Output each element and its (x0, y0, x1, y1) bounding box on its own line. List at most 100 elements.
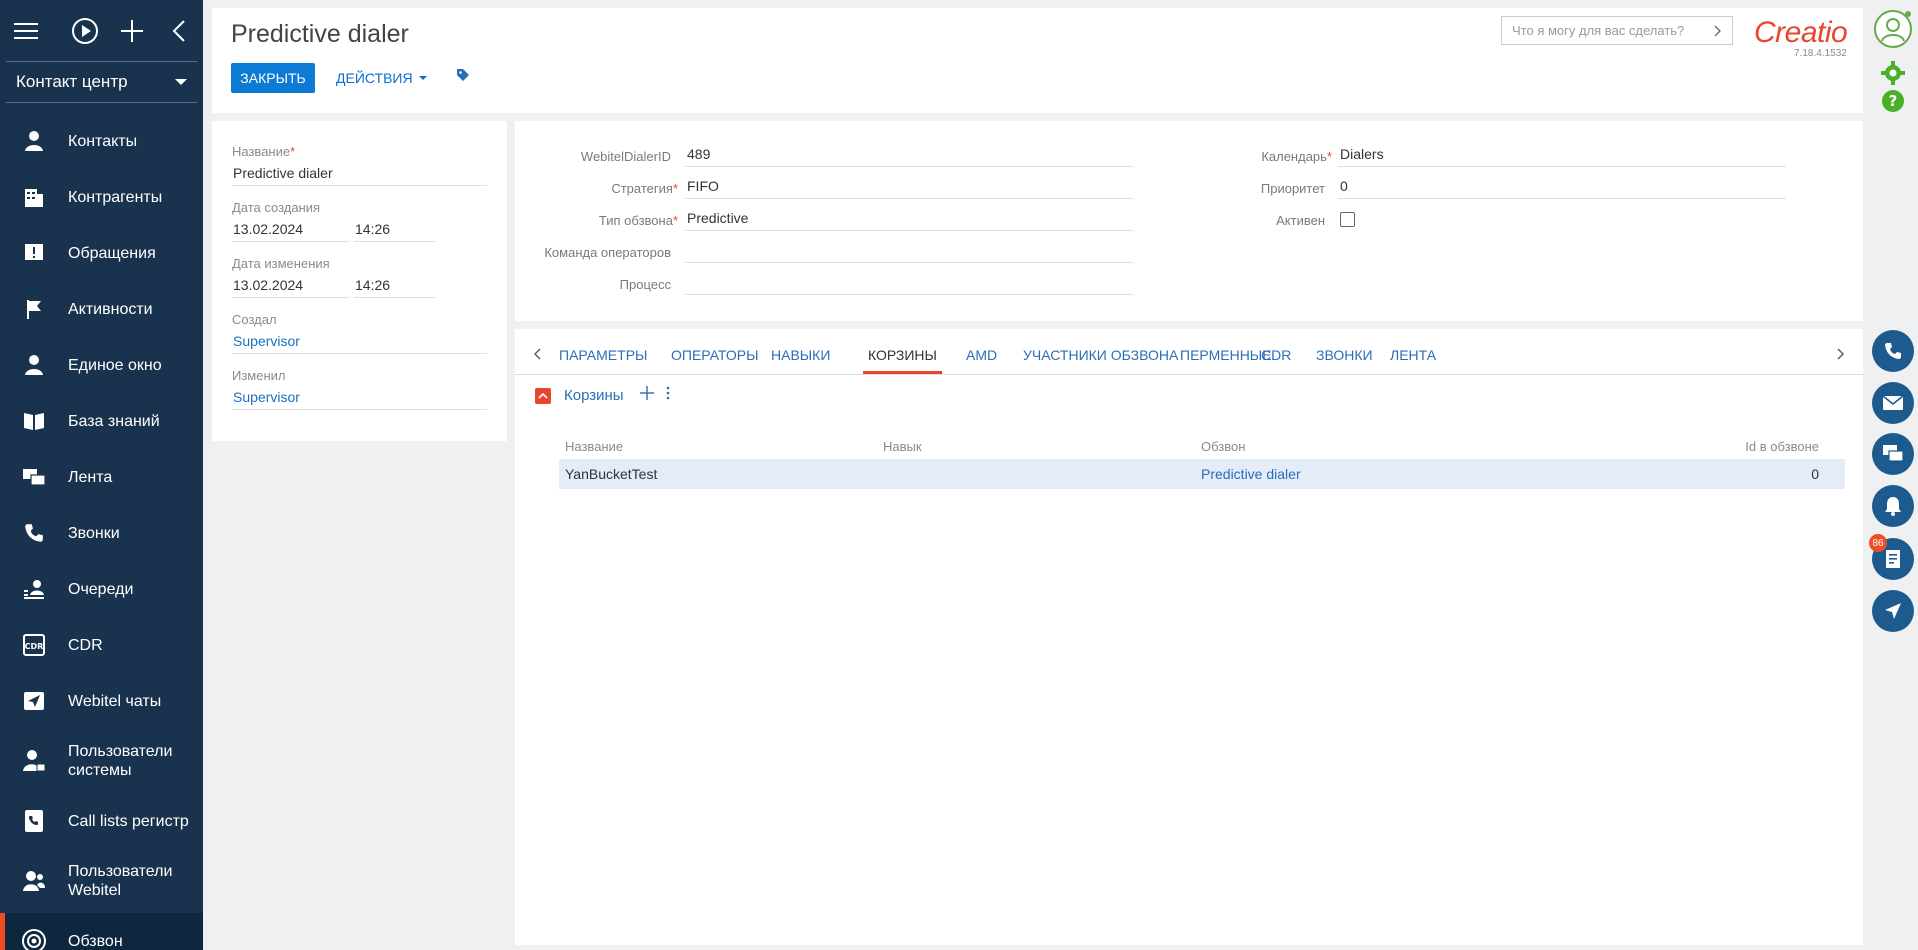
add-record-icon[interactable] (639, 386, 654, 405)
sidebar-item-12[interactable]: Call lists регистр (0, 793, 203, 849)
sidebar: Контакт центр Контакты Контрагенты Обращен… (0, 0, 203, 950)
sidebar-item-label: Обращения (68, 244, 156, 262)
sidebar-item-label: Контрагенты (68, 188, 163, 206)
team-field[interactable] (685, 239, 1133, 263)
phone-icon[interactable] (1872, 330, 1914, 372)
modified-time-field[interactable]: 14:26 (354, 274, 436, 298)
priority-label: Приоритет (1260, 181, 1325, 196)
dial-type-field[interactable]: Predictive (685, 207, 1133, 231)
sidebar-item-label: Контакты (68, 132, 138, 150)
tab-bar: ПАРАМЕТРЫ ОПЕРАТОРЫ НАВЫКИ КОРЗИНЫ AMD УЧАСТН… (515, 329, 1863, 375)
sidebar-menu: Контакты Контрагенты Обращения Активности Ед… (0, 113, 203, 950)
strategy-label: Стратегия* (611, 181, 678, 196)
created-by-link[interactable]: Supervisor (232, 330, 487, 354)
tab-8[interactable]: ЗВОНКИ (1316, 347, 1373, 363)
tag-icon[interactable] (456, 68, 470, 87)
main-fields-panel: WebitelDialerID 489 Стратегия* FIFO Тип … (515, 121, 1863, 321)
tab-0[interactable]: ПАРАМЕТРЫ (559, 347, 647, 363)
sidebar-item-11[interactable]: Пользователи системы (0, 729, 203, 793)
strategy-field[interactable]: FIFO (685, 175, 1133, 199)
priority-field[interactable]: 0 (1338, 175, 1786, 199)
more-options-icon[interactable] (666, 386, 670, 405)
created-time-field[interactable]: 14:26 (354, 218, 436, 242)
column-header-dialer-id[interactable]: Id в обзвоне (1745, 439, 1819, 454)
tab-5[interactable]: УЧАСТНИКИ ОБЗВОНА (1023, 347, 1178, 363)
user-desk-icon (20, 351, 48, 379)
workplace-selector[interactable]: Контакт центр (6, 61, 197, 103)
column-header-dialer[interactable]: Обзвон (1201, 439, 1245, 454)
process-field[interactable] (685, 271, 1133, 295)
cdr-icon: CDR (20, 631, 48, 659)
svg-text:CDR: CDR (25, 642, 44, 651)
chat-icon[interactable] (1872, 433, 1914, 475)
search-placeholder: Что я могу для вас сделать? (1512, 23, 1685, 38)
sidebar-item-7[interactable]: Звонки (0, 505, 203, 561)
command-search-input[interactable]: Что я могу для вас сделать? (1501, 16, 1733, 45)
sidebar-topbar (0, 0, 203, 61)
sidebar-item-13[interactable]: Пользователи Webitel (0, 849, 203, 913)
created-by-label: Создал (232, 312, 277, 327)
users-icon (20, 867, 48, 895)
page-title: Predictive dialer (231, 20, 409, 48)
created-date-label: Дата создания (232, 200, 321, 215)
person-icon (20, 127, 48, 155)
tab-3[interactable]: КОРЗИНЫ (868, 347, 937, 363)
tab-2[interactable]: НАВЫКИ (771, 347, 830, 363)
email-icon[interactable] (1872, 382, 1914, 424)
right-rail: ? 86 (1869, 0, 1918, 950)
close-button[interactable]: ЗАКРЫТЬ (231, 63, 315, 93)
record-info-panel: Название* Predictive dialer Дата создани… (212, 121, 507, 441)
sidebar-item-10[interactable]: Webitel чаты (0, 673, 203, 729)
name-field[interactable]: Predictive dialer (232, 162, 487, 186)
dialer-id-field[interactable]: 489 (685, 143, 1133, 167)
sidebar-item-label: Единое окно (68, 356, 162, 374)
calendar-field[interactable]: Dialers (1338, 143, 1786, 167)
sidebar-item-8[interactable]: Очереди (0, 561, 203, 617)
sidebar-item-14[interactable]: Обзвон (0, 913, 203, 950)
sidebar-item-2[interactable]: Обращения (0, 225, 203, 281)
menu-icon[interactable] (14, 0, 61, 61)
active-label: Активен (1276, 213, 1325, 228)
play-icon[interactable] (61, 0, 108, 61)
sidebar-item-1[interactable]: Контрагенты (0, 169, 203, 225)
queue-icon (20, 575, 48, 603)
tab-7[interactable]: CDR (1261, 347, 1291, 363)
active-tab-underline (863, 371, 942, 374)
sidebar-item-9[interactable]: CDR CDR (0, 617, 203, 673)
sidebar-item-4[interactable]: Единое окно (0, 337, 203, 393)
version-label: 7.18.4.1532 (1794, 48, 1847, 59)
flag-icon (20, 295, 48, 323)
dial-type-label: Тип обзвона* (598, 213, 678, 228)
actions-label: ДЕЙСТВИЯ (336, 70, 413, 86)
actions-button[interactable]: ДЕЙСТВИЯ (336, 63, 427, 93)
table-row[interactable]: YanBucketTest Predictive dialer 0 (559, 459, 1845, 489)
cell-dialer-link[interactable]: Predictive dialer (1201, 466, 1301, 482)
column-header-name[interactable]: Название (565, 439, 623, 454)
tab-6[interactable]: ПЕРМЕННЫЕ (1180, 347, 1272, 363)
created-date-field[interactable]: 13.02.2024 (232, 218, 349, 242)
task-list-icon[interactable]: 86 (1869, 534, 1914, 580)
send-icon[interactable] (1872, 590, 1914, 632)
bell-icon[interactable] (1872, 485, 1914, 527)
help-icon[interactable]: ? (1872, 80, 1914, 122)
sidebar-item-0[interactable]: Контакты (0, 113, 203, 169)
collapse-detail-icon[interactable] (535, 387, 551, 404)
modified-date-label: Дата изменения (232, 256, 330, 271)
chat-send-icon (20, 687, 48, 715)
active-checkbox[interactable] (1340, 212, 1355, 227)
tabs-scroll-right-icon[interactable] (1837, 347, 1845, 365)
tab-4[interactable]: AMD (966, 347, 997, 363)
modified-date-field[interactable]: 13.02.2024 (232, 274, 349, 298)
tabs-scroll-left-icon[interactable] (533, 347, 541, 365)
collapse-sidebar-icon[interactable] (156, 0, 203, 61)
sidebar-item-5[interactable]: База знаний (0, 393, 203, 449)
add-icon[interactable] (109, 0, 156, 61)
sidebar-item-3[interactable]: Активности (0, 281, 203, 337)
tab-1[interactable]: ОПЕРАТОРЫ (671, 347, 758, 363)
modified-by-link[interactable]: Supervisor (232, 386, 487, 410)
tab-9[interactable]: ЛЕНТА (1390, 347, 1436, 363)
calendar-label: Календарь* (1261, 149, 1332, 164)
profile-avatar-icon[interactable] (1872, 8, 1914, 50)
sidebar-item-6[interactable]: Лента (0, 449, 203, 505)
column-header-skill[interactable]: Навык (883, 439, 922, 454)
